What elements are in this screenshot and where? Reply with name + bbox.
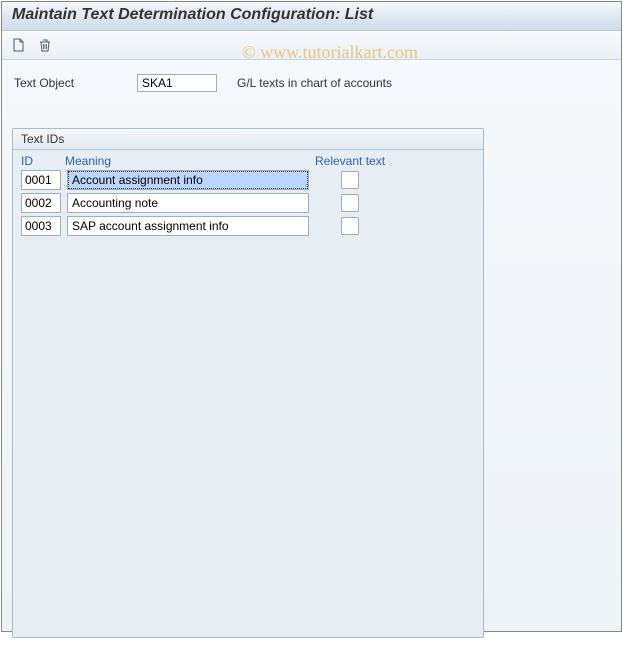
row-relevant-checkbox[interactable] [341, 194, 359, 212]
row-meaning-input[interactable] [67, 216, 309, 236]
row-meaning-input[interactable] [67, 170, 309, 190]
toolbar [2, 31, 621, 60]
text-object-label: Text Object [12, 76, 137, 90]
row-relevant-checkbox[interactable] [341, 217, 359, 235]
row-id-input[interactable] [21, 170, 61, 190]
app-window: Maintain Text Determination Configuratio… [1, 1, 622, 632]
delete-button[interactable] [34, 35, 56, 55]
panel-title: Text IDs [13, 129, 483, 150]
table-row [21, 193, 475, 213]
column-header-relevant: Relevant text [311, 154, 441, 168]
row-id-input[interactable] [21, 216, 61, 236]
form-row: Text Object G/L texts in chart of accoun… [2, 60, 621, 100]
row-meaning-input[interactable] [67, 193, 309, 213]
column-header-id: ID [21, 154, 61, 168]
table-row [21, 216, 475, 236]
text-object-description: G/L texts in chart of accounts [217, 76, 392, 90]
panel-header: ID Meaning Relevant text [13, 150, 483, 170]
panel-body [13, 170, 483, 247]
new-document-icon [12, 38, 26, 52]
panel-wrap: Text IDs ID Meaning Relevant text [2, 100, 621, 648]
column-header-meaning: Meaning [61, 154, 311, 168]
window-title: Maintain Text Determination Configuratio… [12, 6, 373, 23]
row-id-input[interactable] [21, 193, 61, 213]
text-ids-panel: Text IDs ID Meaning Relevant text [12, 128, 484, 638]
text-object-input[interactable] [137, 74, 217, 92]
table-row [21, 170, 475, 190]
trash-icon [38, 38, 52, 52]
row-relevant-checkbox[interactable] [341, 171, 359, 189]
new-button[interactable] [8, 35, 30, 55]
title-bar: Maintain Text Determination Configuratio… [2, 2, 621, 31]
